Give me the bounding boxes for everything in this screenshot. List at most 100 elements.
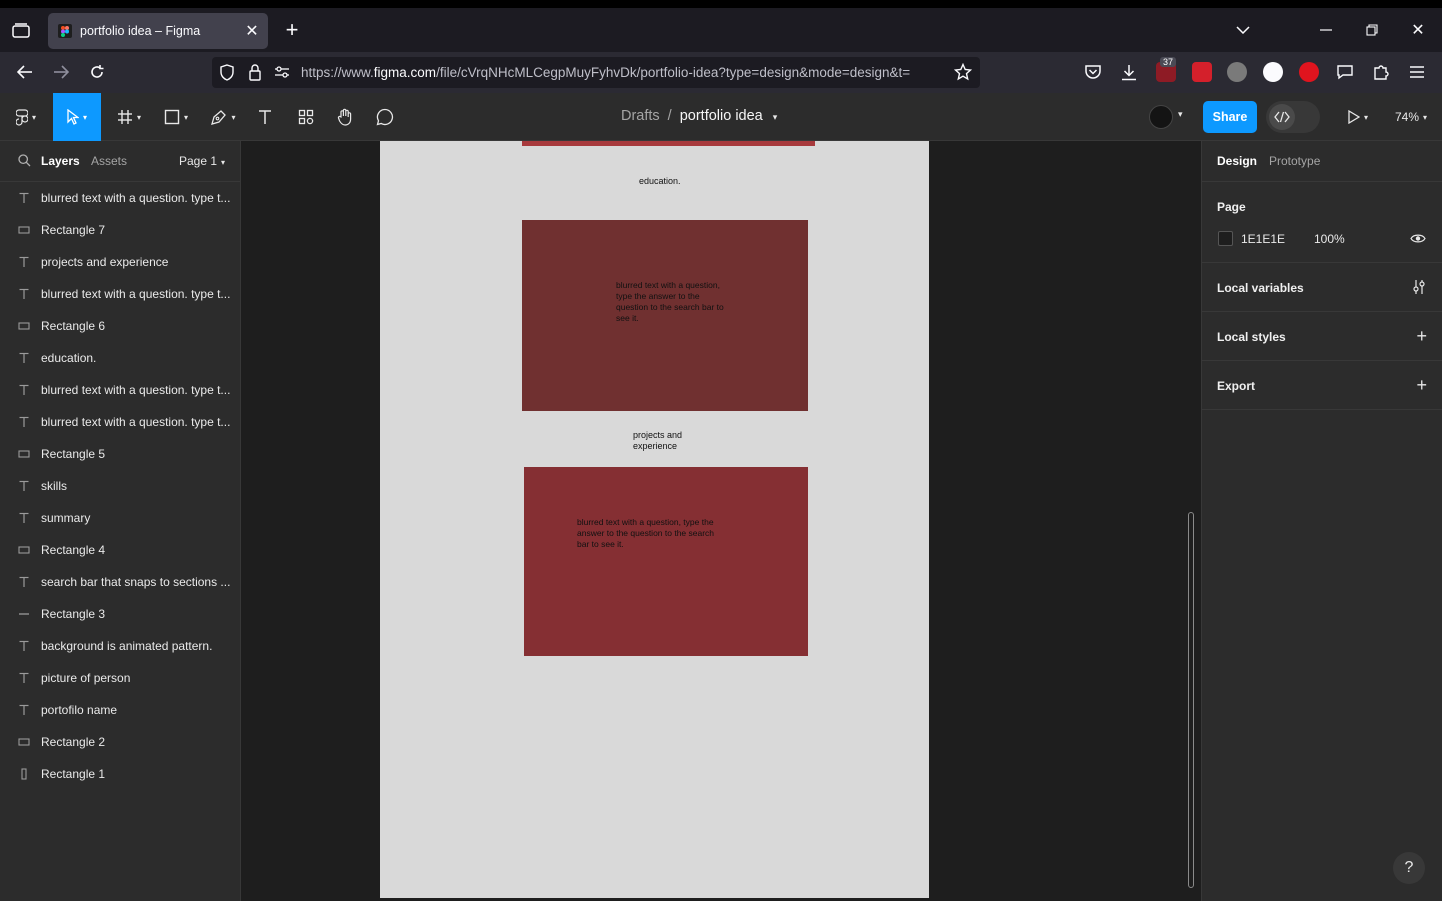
eye-visibility-icon[interactable] (1410, 233, 1426, 244)
file-name[interactable]: portfolio idea (680, 108, 763, 124)
design-canvas[interactable]: education. blurred text with a question,… (241, 141, 1201, 901)
rectangle-box-2[interactable]: blurred text with a question, type the a… (524, 467, 808, 656)
box-2-text[interactable]: blurred text with a question, type the a… (577, 517, 723, 550)
layer-row[interactable]: picture of person (0, 662, 241, 694)
zoom-menu[interactable]: 74% ▾ (1388, 93, 1434, 141)
chevron-down-icon[interactable]: ▾ (773, 112, 778, 122)
main-menu-button[interactable]: ▾ (6, 93, 46, 141)
reload-icon[interactable] (86, 61, 108, 83)
extension-icon-w[interactable] (1263, 62, 1283, 82)
forward-icon[interactable] (50, 61, 72, 83)
pocket-icon[interactable] (1082, 61, 1104, 83)
extension-icon-red[interactable] (1192, 62, 1212, 82)
bookmark-star-icon[interactable] (954, 63, 972, 81)
dev-mode-toggle[interactable] (1266, 101, 1320, 133)
layer-row[interactable]: portofilo name (0, 694, 241, 726)
avatar[interactable] (1149, 105, 1173, 129)
browser-nav-bar: https://www.figma.com/file/cVrqNHcMLCegp… (0, 52, 1442, 93)
canvas-vertical-scrollbar[interactable] (1188, 512, 1194, 888)
tab-layers[interactable]: Layers (41, 154, 80, 168)
text-tool-button[interactable] (252, 93, 278, 141)
list-all-tabs-icon[interactable] (1231, 18, 1255, 42)
layer-name: Rectangle 1 (41, 767, 106, 781)
layer-row[interactable]: projects and experience (0, 246, 241, 278)
page-section: Page 1E1E1E 100% (1202, 182, 1442, 263)
chevron-down-icon[interactable]: ▾ (1178, 109, 1183, 120)
layer-row[interactable]: Rectangle 4 (0, 534, 241, 566)
cursor-arrow-icon (67, 109, 79, 125)
tab-list-icon[interactable] (10, 20, 32, 42)
lock-icon[interactable] (248, 64, 262, 81)
hand-tool-button[interactable] (332, 93, 358, 141)
new-tab-icon[interactable]: + (282, 19, 302, 41)
app-menu-icon[interactable] (1406, 61, 1428, 83)
permissions-icon[interactable] (274, 65, 290, 79)
shape-tool-button[interactable]: ▾ (155, 93, 197, 141)
layer-row[interactable]: Rectangle 5 (0, 438, 241, 470)
window-close-icon[interactable]: ✕ (1406, 18, 1430, 42)
layer-name: Rectangle 2 (41, 735, 106, 749)
text-layer-icon (17, 287, 31, 301)
layer-row[interactable]: Rectangle 6 (0, 310, 241, 342)
add-export-plus-icon[interactable]: + (1416, 376, 1427, 394)
add-style-plus-icon[interactable]: + (1416, 327, 1427, 345)
heading-projects[interactable]: projects and experience (633, 430, 695, 452)
tracking-shield-icon[interactable] (219, 64, 235, 81)
extension-icon-play[interactable] (1299, 62, 1319, 82)
tab-assets[interactable]: Assets (91, 154, 127, 168)
layer-row[interactable]: skills (0, 470, 241, 502)
pen-tool-button[interactable]: ▾ (202, 93, 244, 141)
browser-tab-figma[interactable]: portfolio idea – Figma ✕ (48, 13, 268, 49)
layer-row[interactable]: Rectangle 2 (0, 726, 241, 758)
page-opacity[interactable]: 100% (1314, 232, 1345, 246)
layer-row[interactable]: blurred text with a question. type t... (0, 278, 241, 310)
chevron-down-icon: ▾ (221, 158, 226, 167)
page-selector[interactable]: Page 1 ▾ (179, 154, 225, 168)
layer-row[interactable]: blurred text with a question. type t... (0, 374, 241, 406)
browser-tab-bar: portfolio idea – Figma ✕ + ✕ (0, 8, 1442, 52)
extensions-puzzle-icon[interactable] (1370, 61, 1392, 83)
url-bar[interactable]: https://www.figma.com/file/cVrqNHcMLCegp… (212, 57, 980, 88)
layer-row[interactable]: search bar that snaps to sections ... (0, 566, 241, 598)
minimize-icon[interactable] (1314, 18, 1338, 42)
search-icon[interactable] (18, 154, 31, 167)
layer-row[interactable]: Rectangle 1 (0, 758, 241, 790)
layer-row[interactable]: blurred text with a question. type t... (0, 182, 241, 214)
url-text[interactable]: https://www.figma.com/file/cVrqNHcMLCegp… (301, 65, 949, 80)
downloads-icon[interactable] (1118, 61, 1140, 83)
page-color-swatch[interactable] (1218, 231, 1233, 246)
move-tool-button[interactable]: ▾ (53, 93, 101, 141)
resources-tool-button[interactable] (293, 93, 319, 141)
layer-row[interactable]: Rectangle 3 (0, 598, 241, 630)
chat-extension-icon[interactable] (1334, 61, 1356, 83)
heading-education[interactable]: education. (639, 176, 681, 187)
layer-name: portofilo name (41, 703, 118, 717)
page-frame[interactable]: education. blurred text with a question,… (380, 141, 929, 898)
restore-icon[interactable] (1360, 18, 1384, 42)
pen-icon (210, 109, 227, 126)
variables-settings-icon[interactable] (1412, 279, 1426, 295)
layer-row[interactable]: Rectangle 7 (0, 214, 241, 246)
properties-panel: Design Prototype Page 1E1E1E 100% Local … (1201, 141, 1442, 901)
layer-row[interactable]: education. (0, 342, 241, 374)
box-1-text[interactable]: blurred text with a question, type the a… (616, 280, 730, 324)
page-color-hex[interactable]: 1E1E1E (1241, 232, 1285, 246)
tab-prototype[interactable]: Prototype (1269, 154, 1320, 168)
present-button[interactable]: ▾ (1340, 93, 1376, 141)
share-button[interactable]: Share (1203, 101, 1257, 133)
breadcrumb-drafts[interactable]: Drafts (621, 108, 660, 124)
local-variables-title[interactable]: Local variables (1217, 281, 1304, 295)
frame-tool-button[interactable]: ▾ (108, 93, 150, 141)
layer-row[interactable]: background is animated pattern. (0, 630, 241, 662)
extension-icon-glasses[interactable] (1227, 62, 1247, 82)
layer-row[interactable]: blurred text with a question. type t... (0, 406, 241, 438)
text-layer-icon (17, 479, 31, 493)
help-button[interactable]: ? (1393, 852, 1425, 884)
tab-design[interactable]: Design (1217, 154, 1257, 168)
back-icon[interactable] (14, 61, 36, 83)
rectangle-box-1[interactable]: blurred text with a question, type the a… (522, 220, 808, 411)
layer-row[interactable]: summary (0, 502, 241, 534)
comment-tool-button[interactable] (372, 93, 398, 141)
rectangle-top-strip[interactable] (522, 141, 815, 146)
tab-close-icon[interactable]: ✕ (242, 21, 262, 41)
